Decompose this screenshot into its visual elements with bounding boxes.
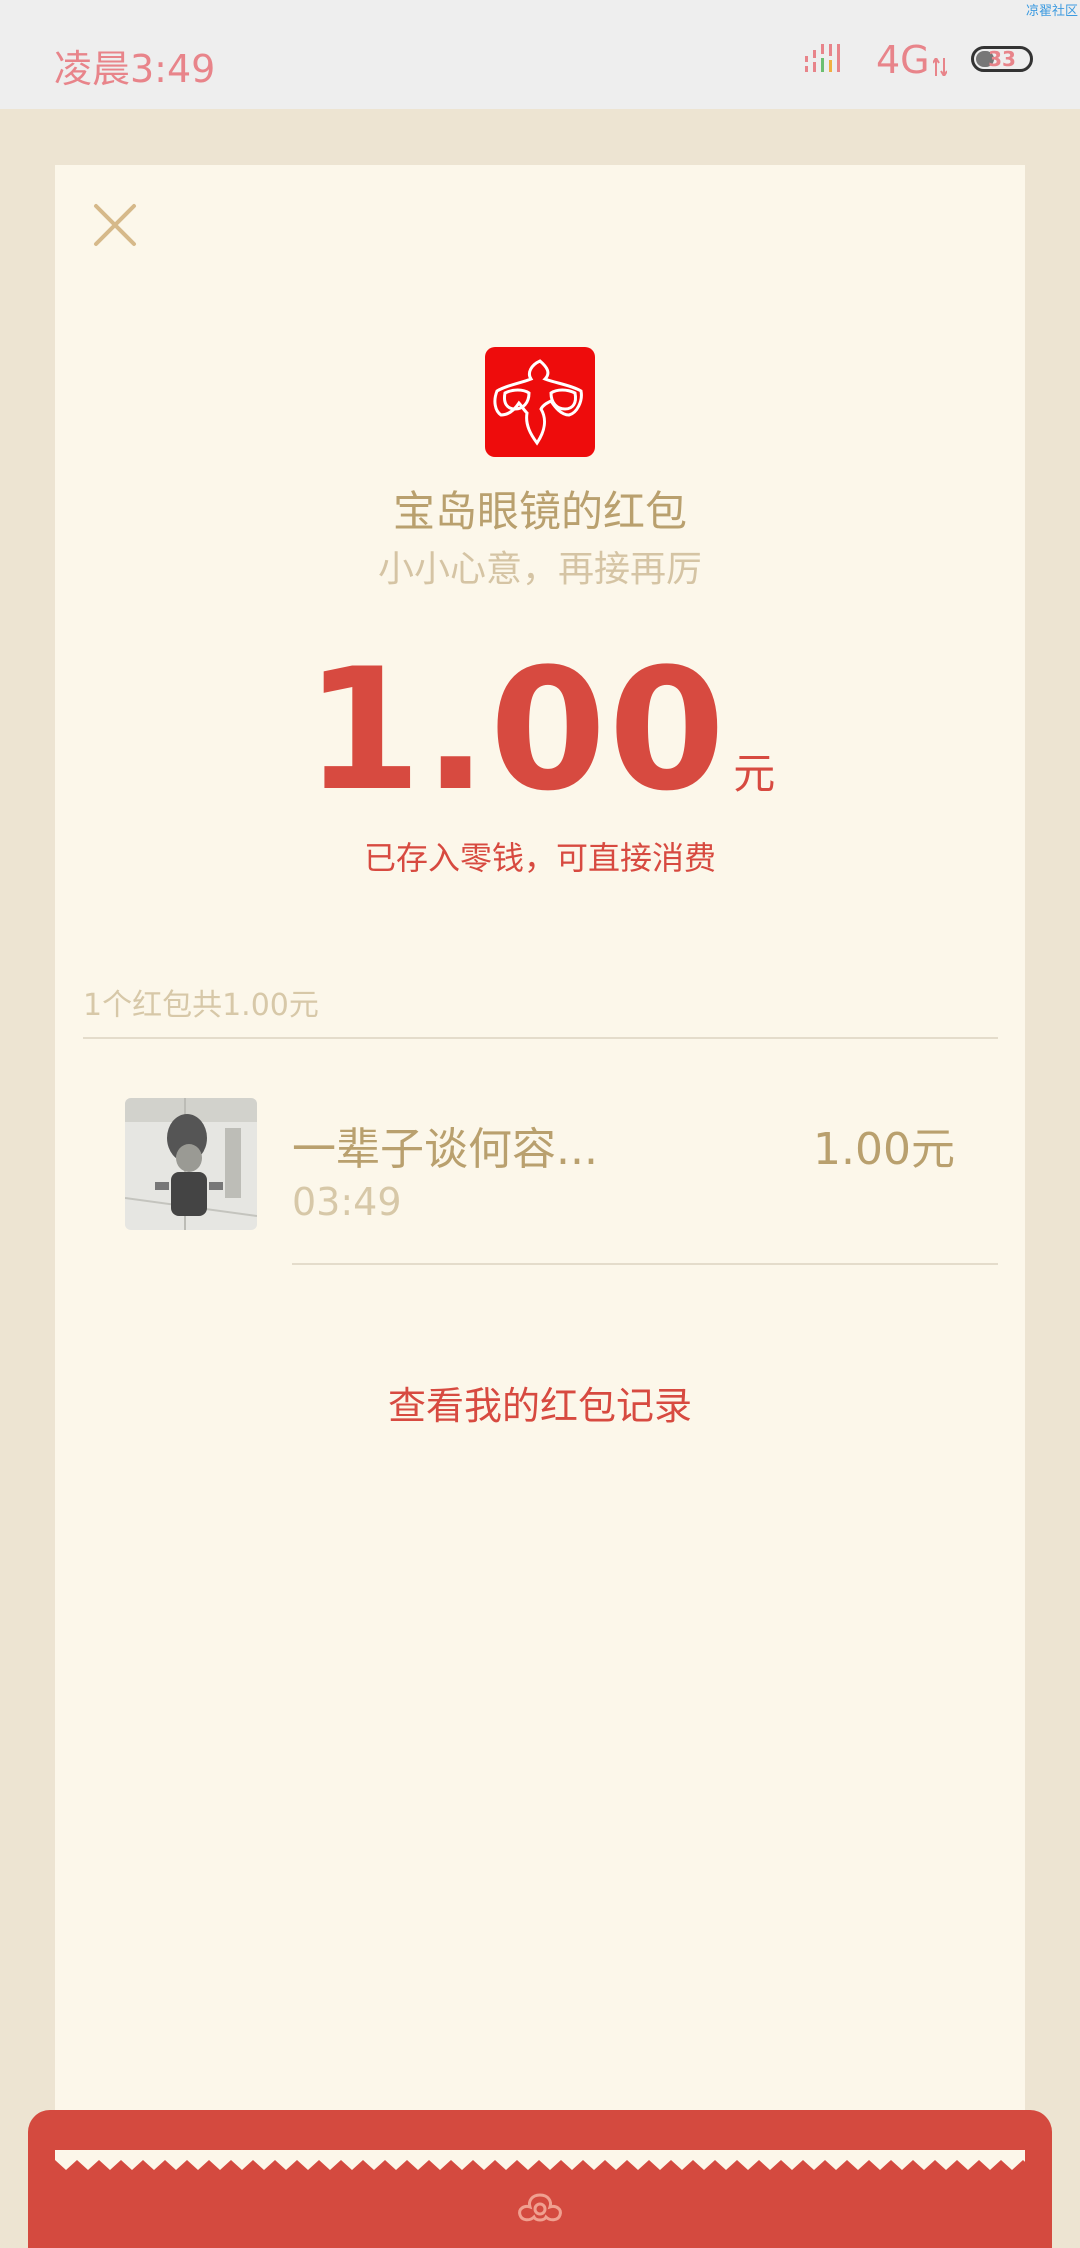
network-type: 4G [876,38,930,82]
avatar [125,1098,257,1230]
status-time: 凌晨3:49 [54,47,216,91]
battery-icon: 33 [971,46,1033,72]
red-packet-bottom-band [28,2110,1052,2248]
watermark: 凉翟社区 [1025,4,1078,19]
battery-text: 33 [988,47,1016,71]
data-activity-icon [933,58,947,76]
view-history-link[interactable]: 查看我的红包记录 [55,1375,1025,1430]
amount-value: 1.00 [304,632,728,828]
glasses-logo-icon [485,347,595,457]
amount-unit: 元 [733,749,776,798]
list-item: 一辈子谈何容... 03:49 1.00元 [125,1098,1005,1263]
record-time: 03:49 [292,1180,402,1224]
record-amount: 1.00元 [813,1124,955,1175]
zigzag-edge [55,2150,1025,2170]
amount-display: 1.00 元 [55,645,1025,815]
sender-title: 宝岛眼镜的红包 [392,487,687,536]
divider [83,1037,998,1039]
packet-summary: 1个红包共1.00元 [83,988,319,1023]
status-bar: 凌晨3:49 凉翟社区 4G 33 [0,0,1080,109]
red-packet-card: 宝岛眼镜的红包 小小心意，再接再厉 1.00 元 已存入零钱，可直接消费 1个红包… [55,165,1025,2248]
close-icon[interactable] [90,200,140,250]
record-name: 一辈子谈何容... [292,1124,598,1175]
stored-note[interactable]: 已存入零钱，可直接消费 [55,833,1025,879]
cloud-emblem-icon [518,2193,562,2222]
greeting-text: 小小心意，再接再厉 [377,549,702,590]
signal-icon [805,44,840,72]
divider [292,1263,998,1265]
